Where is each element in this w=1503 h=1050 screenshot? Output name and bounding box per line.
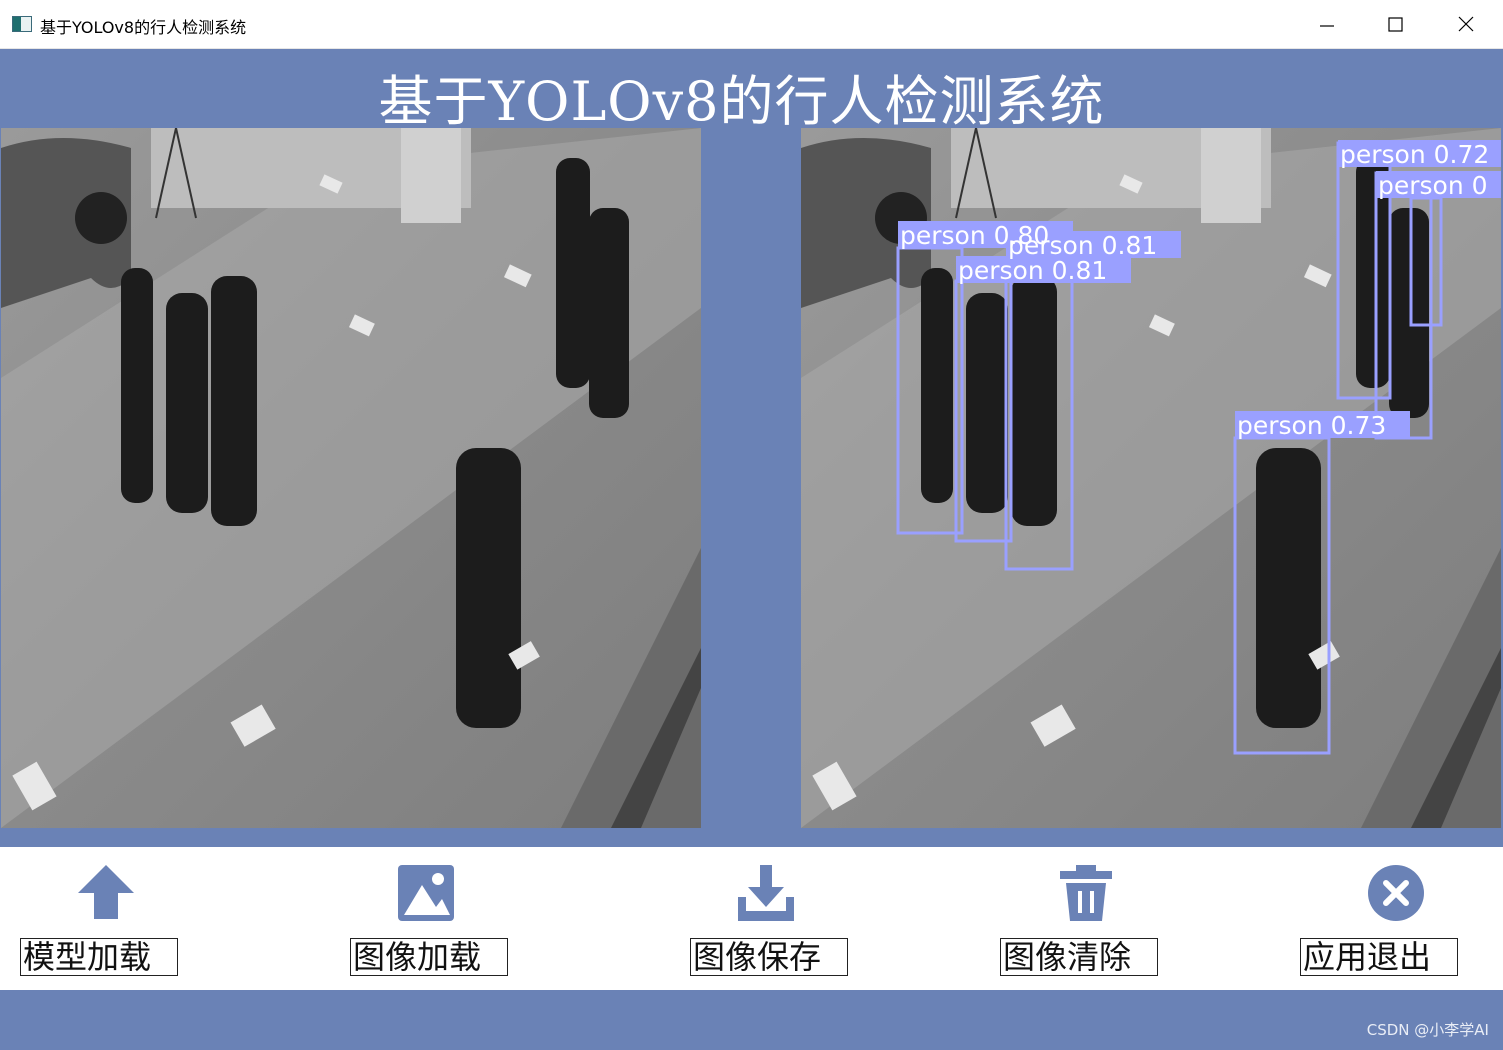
close-icon bbox=[1458, 16, 1474, 32]
toolbar: 模型加载 图像加载 图像保存 图像清除 应用退出 bbox=[0, 847, 1503, 990]
detection-label: person 0 bbox=[1378, 171, 1488, 200]
footer-bar: CSDN @小李学AI bbox=[0, 990, 1503, 1050]
window-title: 基于YOLOv8的行人检测系统 bbox=[40, 18, 247, 37]
save-image-button[interactable]: 图像保存 bbox=[690, 847, 860, 990]
load-model-button[interactable]: 模型加载 bbox=[20, 847, 190, 990]
main-panel: 基于YOLOv8的行人检测系统 person 0.80 person 0.81 … bbox=[0, 49, 1503, 847]
minimize-button[interactable] bbox=[1307, 8, 1347, 40]
save-image-label: 图像保存 bbox=[690, 938, 848, 976]
load-model-label: 模型加载 bbox=[20, 938, 178, 976]
exit-app-button[interactable]: 应用退出 bbox=[1300, 847, 1470, 990]
original-image-pane bbox=[1, 128, 701, 828]
detection-label: person 0.81 bbox=[958, 256, 1107, 285]
upload-arrow-icon bbox=[78, 865, 134, 919]
download-icon bbox=[738, 865, 794, 921]
close-button[interactable] bbox=[1446, 8, 1486, 40]
detection-label: person 0.72 bbox=[1340, 140, 1489, 169]
exit-app-label: 应用退出 bbox=[1300, 938, 1458, 976]
image-icon bbox=[398, 865, 454, 921]
maximize-icon bbox=[1388, 17, 1403, 32]
watermark: CSDN @小李学AI bbox=[1366, 1021, 1489, 1039]
close-circle-icon bbox=[1368, 865, 1424, 921]
original-image bbox=[1, 128, 701, 828]
clear-image-button[interactable]: 图像清除 bbox=[1000, 847, 1170, 990]
trash-icon bbox=[1060, 865, 1112, 921]
maximize-button[interactable] bbox=[1376, 8, 1416, 40]
result-image-pane: person 0.80 person 0.81 person 0.81 pers… bbox=[801, 128, 1501, 828]
load-image-label: 图像加载 bbox=[350, 938, 508, 976]
app-icon bbox=[12, 16, 32, 32]
detection-label: person 0.73 bbox=[1237, 411, 1386, 440]
window-titlebar: 基于YOLOv8的行人检测系统 bbox=[0, 0, 1503, 49]
clear-image-label: 图像清除 bbox=[1000, 938, 1158, 976]
result-image: person 0.80 person 0.81 person 0.81 pers… bbox=[801, 128, 1501, 828]
load-image-button[interactable]: 图像加载 bbox=[350, 847, 520, 990]
app-title: 基于YOLOv8的行人检测系统 bbox=[378, 70, 1105, 133]
minimize-icon bbox=[1320, 25, 1334, 27]
